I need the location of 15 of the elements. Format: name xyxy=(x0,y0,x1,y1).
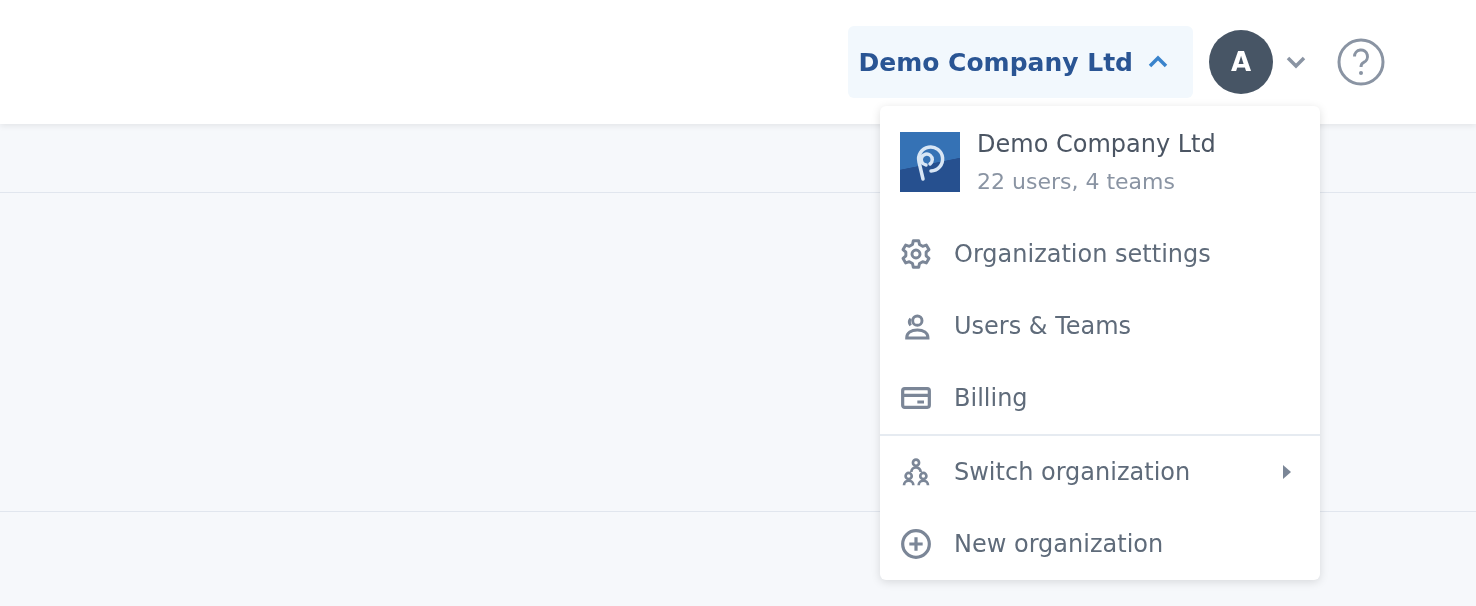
organization-switcher[interactable]: Demo Company Ltd xyxy=(848,26,1193,98)
user-avatar[interactable]: A xyxy=(1209,30,1273,94)
people-group-icon xyxy=(900,456,932,488)
organization-name: Demo Company Ltd xyxy=(977,130,1216,158)
menu-item[interactable]: Switch organization xyxy=(880,436,1320,508)
menu-item[interactable]: New organization xyxy=(880,508,1320,580)
help-icon[interactable] xyxy=(1337,38,1385,86)
chevron-icon[interactable] xyxy=(1285,55,1307,69)
menu-item[interactable]: Organization settings xyxy=(880,218,1320,290)
add-icon xyxy=(900,528,932,560)
organization-details: 22 users, 4 teams xyxy=(977,168,1176,196)
settings-icon xyxy=(900,238,932,270)
menu-item[interactable]: Users & Teams xyxy=(880,290,1320,362)
menu-item[interactable]: Billing xyxy=(880,362,1320,434)
chevron-icon xyxy=(1147,55,1169,69)
